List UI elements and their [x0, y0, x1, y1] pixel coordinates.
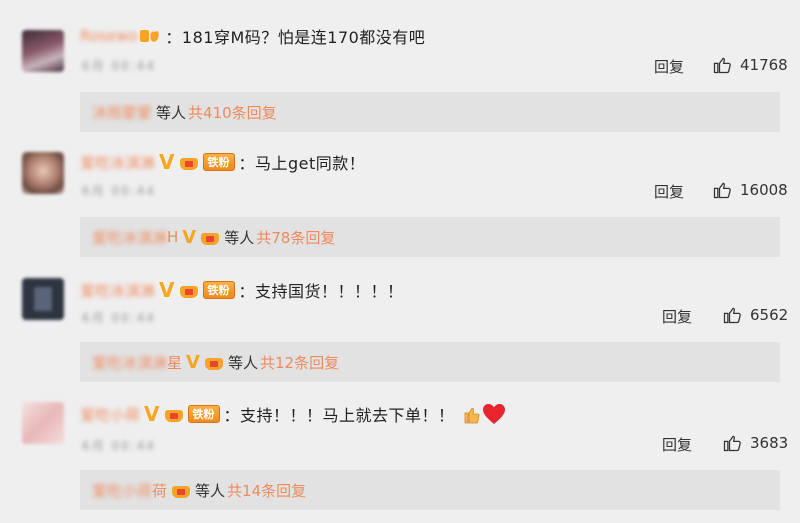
reply-username-tail[interactable]: 荷 [152, 480, 167, 501]
reply-usernames[interactable]: 沐雨蒙蒙 [92, 102, 152, 123]
like-count: 16008 [740, 181, 788, 199]
reply-button[interactable]: 回复 [654, 181, 684, 202]
reply-usernames[interactable]: 爱吃冰淇淋 [92, 227, 167, 248]
like-button[interactable]: 16008 [712, 180, 788, 200]
like-count: 3683 [750, 434, 789, 452]
username[interactable]: 爱吃冰淇淋 [80, 280, 155, 301]
comment-text: ：支持！！！马上就去下单！！ [223, 406, 455, 425]
avatar[interactable] [22, 278, 64, 320]
reply-usernames[interactable]: 爱吃小荷 [92, 480, 152, 501]
thumbs-up-emoji-icon [461, 403, 481, 425]
reply-count-link[interactable]: 共14条回复 [227, 480, 306, 501]
like-button[interactable]: 3683 [722, 433, 788, 453]
username[interactable]: 爱吃冰淇淋 [80, 152, 155, 173]
crown-icon [204, 353, 224, 371]
crown-icon [200, 228, 220, 246]
thumbs-up-icon [723, 435, 741, 452]
reply-etc: 等人 [227, 353, 258, 372]
verified-v-icon: V [186, 351, 200, 373]
reply-button[interactable]: 回复 [662, 306, 692, 327]
reply-button[interactable]: 回复 [654, 56, 684, 77]
comment-text: ：181穿M码？怕是连170都没有吧 [165, 28, 426, 47]
reply-count-link[interactable]: 共12条回复 [260, 352, 339, 373]
username[interactable]: Rosewo [80, 27, 137, 45]
reply-etc: 等人 [195, 481, 226, 500]
reply-etc: 等人 [156, 103, 187, 122]
reply-etc: 等人 [224, 228, 255, 247]
thumbs-up-icon [723, 307, 741, 324]
crown-icon [179, 153, 199, 171]
fan-badge: 铁粉 [202, 153, 235, 171]
comment-text: ：马上get同款！ [238, 154, 366, 173]
username[interactable]: 爱吃小荷 [80, 404, 140, 425]
crown-icon [164, 405, 184, 423]
heart-emoji-icon [482, 403, 506, 425]
reply-usernames[interactable]: 爱吃冰淇淋 [92, 352, 167, 373]
avatar[interactable] [22, 30, 64, 72]
comment-meta: 6月 00:44 [82, 59, 157, 73]
thumbs-up-icon [713, 182, 731, 199]
verified-v-icon: V [182, 226, 197, 248]
comment-meta: 6月 00:44 [82, 184, 157, 198]
verified-v-icon: V [159, 150, 175, 174]
reply-username-tail[interactable]: 星 [167, 352, 182, 373]
like-button[interactable]: 6562 [722, 305, 788, 325]
reply-count-link[interactable]: 共78条回复 [256, 227, 335, 248]
comment-meta: 6月 00:44 [82, 311, 157, 325]
avatar[interactable] [22, 402, 64, 444]
reply-summary[interactable]: 爱吃冰淇淋 星 V 等人 共12条回复 [80, 342, 780, 382]
reply-username-tail[interactable]: H [167, 228, 178, 246]
comment-meta: 6月 00:44 [82, 439, 157, 453]
verified-v-icon: V [159, 278, 175, 302]
wave-icon [139, 26, 161, 46]
fan-badge: 铁粉 [187, 405, 220, 423]
reply-summary[interactable]: 爱吃小荷 荷 等人 共14条回复 [80, 470, 780, 510]
avatar[interactable] [22, 152, 64, 194]
comment-text: ：支持国货！！！！！ [238, 282, 404, 301]
reply-summary[interactable]: 爱吃冰淇淋 H V 等人 共78条回复 [80, 217, 780, 257]
crown-icon [179, 281, 199, 299]
reply-button[interactable]: 回复 [662, 434, 692, 455]
reply-summary[interactable]: 沐雨蒙蒙 等人 共410条回复 [80, 92, 780, 132]
fan-badge: 铁粉 [202, 281, 235, 299]
like-button[interactable]: 41768 [712, 55, 788, 75]
verified-v-icon: V [144, 402, 160, 426]
like-count: 41768 [740, 56, 788, 74]
reply-count-link[interactable]: 共410条回复 [188, 102, 277, 123]
crown-icon [171, 481, 191, 499]
thumbs-up-icon [713, 57, 731, 74]
like-count: 6562 [750, 306, 789, 324]
